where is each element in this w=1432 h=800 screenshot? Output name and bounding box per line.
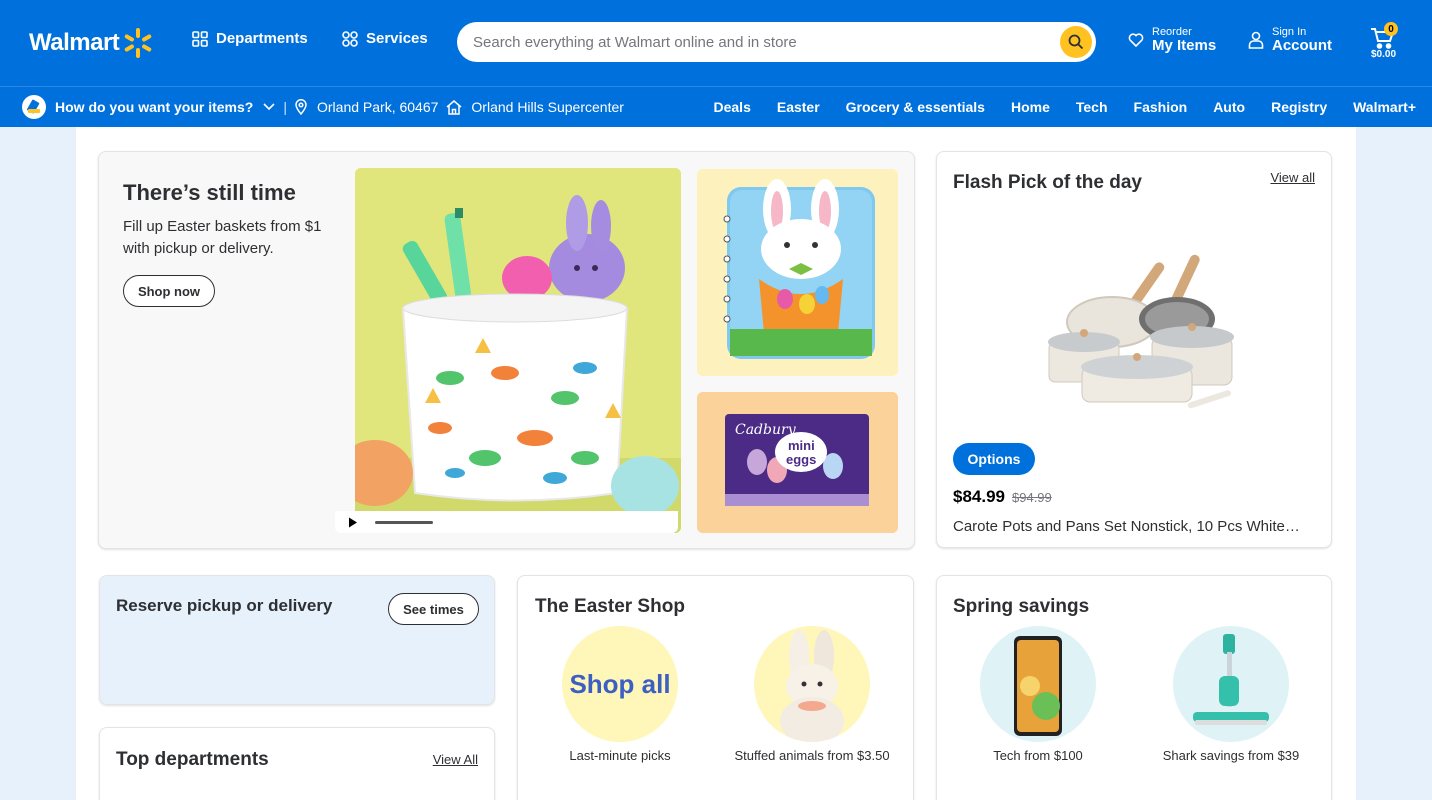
easter-shop-card: The Easter Shop Shop all Last-minute pic…	[517, 575, 914, 800]
walmart-logo[interactable]: Walmart	[29, 27, 153, 59]
search-button[interactable]	[1060, 26, 1092, 58]
spring-item-caption[interactable]: Shark savings from $39	[1141, 748, 1321, 763]
product-name-link[interactable]: Carote Pots and Pans Set Nonstick, 10 Pc…	[953, 518, 1300, 535]
fulfillment-selector[interactable]: How do you want your items? | Orland Par…	[22, 95, 624, 119]
flash-pick-title: Flash Pick of the day	[953, 172, 1142, 193]
candy-brand-text: Cadbury	[735, 422, 796, 438]
services-button[interactable]: Services	[342, 30, 428, 47]
options-button[interactable]: Options	[953, 443, 1035, 475]
category-link-deals[interactable]: Deals	[714, 99, 751, 115]
category-link-fashion[interactable]: Fashion	[1134, 99, 1188, 115]
cart-button[interactable]: 0 $0.00	[1370, 22, 1410, 64]
grid-icon	[192, 30, 208, 47]
top-departments-view-all-link[interactable]: View All	[433, 752, 478, 767]
category-link-auto[interactable]: Auto	[1213, 99, 1245, 115]
cadbury-mini-eggs-image[interactable]: Cadbury mini eggs	[697, 392, 898, 533]
category-link-grocery[interactable]: Grocery & essentials	[846, 99, 985, 115]
category-links: Deals Easter Grocery & essentials Home T…	[688, 99, 1417, 115]
logo-text: Walmart	[29, 29, 120, 56]
reserve-title: Reserve pickup or delivery	[116, 596, 333, 615]
see-times-button[interactable]: See times	[388, 593, 479, 625]
divider: |	[283, 99, 287, 115]
category-link-walmart-plus[interactable]: Walmart+	[1353, 99, 1416, 115]
delivery-icon	[22, 95, 46, 119]
smartphone-icon	[1014, 636, 1062, 736]
easter-basket-image[interactable]	[355, 168, 681, 533]
heart-icon	[1128, 33, 1144, 48]
spark-icon	[125, 28, 152, 58]
search-icon	[1068, 34, 1084, 50]
video-controls	[335, 511, 678, 533]
services-icon	[342, 30, 358, 47]
account-button[interactable]: Sign In Account	[1248, 26, 1332, 55]
easter-shop-title: The Easter Shop	[535, 596, 685, 617]
top-header: Walmart Departments Services Search ever…	[0, 0, 1432, 86]
services-label: Services	[366, 30, 428, 47]
shop-now-button[interactable]: Shop now	[123, 275, 215, 307]
easter-item-caption[interactable]: Last-minute picks	[530, 748, 710, 763]
steam-mop-icon	[1193, 634, 1269, 725]
candy-name-line-2: eggs	[786, 452, 817, 467]
store-text: Orland Hills Supercenter	[471, 99, 624, 115]
top-departments-title: Top departments	[116, 749, 269, 770]
hero-title: There’s still time	[123, 180, 296, 205]
spring-savings-title: Spring savings	[953, 596, 1090, 617]
category-link-easter[interactable]: Easter	[777, 99, 820, 115]
easter-basket-illustration	[355, 168, 681, 533]
chevron-down-icon	[263, 103, 275, 111]
spring-savings-card: Spring savings Tech from $100 Shark savi…	[936, 575, 1332, 800]
bunny-notebook-image[interactable]	[697, 169, 898, 376]
search-bar	[457, 22, 1096, 62]
cookware-illustration	[1048, 254, 1234, 409]
flash-view-all-link[interactable]: View all	[1270, 170, 1315, 185]
easter-item-caption[interactable]: Stuffed animals from $3.50	[722, 748, 902, 763]
reserve-pickup-card: Reserve pickup or delivery See times	[99, 575, 495, 705]
flash-pick-card: Flash Pick of the day View all Options $…	[936, 151, 1332, 548]
category-link-tech[interactable]: Tech	[1076, 99, 1108, 115]
category-link-registry[interactable]: Registry	[1271, 99, 1327, 115]
departments-button[interactable]: Departments	[192, 30, 308, 47]
search-input[interactable]	[473, 32, 1053, 52]
departments-label: Departments	[216, 30, 308, 47]
play-icon[interactable]	[348, 517, 358, 528]
reorder-button[interactable]: Reorder My Items	[1128, 26, 1216, 55]
user-icon	[1248, 31, 1264, 50]
location-text: Orland Park, 60467	[317, 99, 439, 115]
shop-all-text: Shop all	[569, 668, 671, 699]
cart-total: $0.00	[1371, 49, 1397, 60]
signin-large-label: Account	[1272, 37, 1332, 55]
fulfillment-question: How do you want your items?	[55, 99, 254, 115]
video-progress[interactable]	[375, 521, 433, 524]
plush-bunny-icon	[780, 630, 844, 742]
top-departments-card: Top departments View All	[99, 727, 495, 800]
spring-item-caption[interactable]: Tech from $100	[948, 748, 1128, 763]
cart-count-badge: 0	[1384, 22, 1398, 36]
current-price: $84.99	[953, 487, 1005, 506]
sub-navigation: How do you want your items? | Orland Par…	[0, 86, 1432, 127]
shop-all-circle[interactable]: Shop all	[562, 626, 678, 742]
location-pin-icon	[295, 99, 307, 115]
candy-name-line-1: mini	[788, 438, 815, 453]
stuffed-animals-circle[interactable]	[754, 626, 870, 742]
tech-circle[interactable]	[980, 626, 1096, 742]
category-link-home[interactable]: Home	[1011, 99, 1050, 115]
cookware-image[interactable]	[1027, 237, 1247, 422]
hero-subtitle: Fill up Easter baskets from $1 with pick…	[123, 218, 322, 257]
reorder-large-label: My Items	[1152, 37, 1217, 55]
was-price: $94.99	[1012, 490, 1052, 505]
bunny-notebook-illustration	[697, 169, 898, 376]
shark-circle[interactable]	[1173, 626, 1289, 742]
store-icon	[446, 99, 462, 115]
